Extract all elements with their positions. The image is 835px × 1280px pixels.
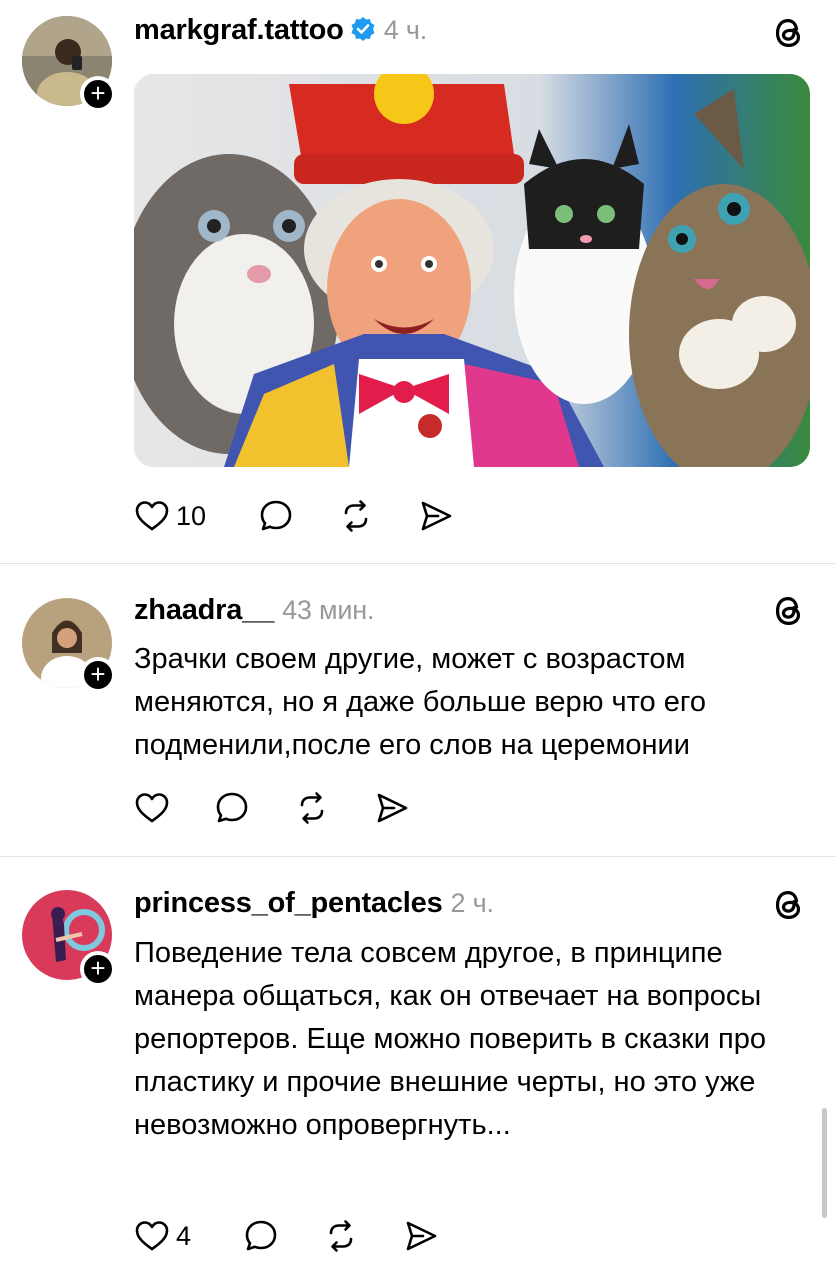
heart-icon	[134, 790, 170, 826]
post-text: Поведение тела совсем другое, в принципе…	[134, 937, 766, 1141]
follow-button[interactable]: +	[80, 657, 116, 693]
heart-icon	[134, 1218, 170, 1254]
verified-icon	[350, 16, 376, 50]
repost-icon	[294, 790, 330, 826]
follow-button[interactable]: +	[80, 951, 116, 987]
post-time: 43 мин.	[282, 595, 375, 625]
like-button[interactable]: 10	[134, 498, 206, 534]
post-header: markgraf.tattoo 4 ч.	[134, 14, 427, 50]
threads-icon[interactable]	[769, 886, 807, 924]
share-button[interactable]	[403, 1218, 439, 1254]
divider	[0, 563, 835, 564]
repost-button[interactable]	[294, 790, 330, 826]
share-button[interactable]	[418, 498, 454, 534]
like-count: 10	[176, 500, 207, 531]
comment-icon	[243, 1218, 279, 1254]
comment-button[interactable]	[243, 1218, 279, 1254]
post-actions: 4	[134, 1214, 483, 1258]
share-icon	[418, 498, 454, 534]
post-text: Зрачки своем другие, может с возрастом м…	[134, 643, 706, 761]
scrollbar[interactable]	[822, 1108, 827, 1218]
comment-icon	[214, 790, 250, 826]
like-button[interactable]: 4	[134, 1218, 191, 1254]
divider	[0, 856, 835, 857]
post-header: zhaadra__ 43 мин.	[134, 594, 374, 627]
share-icon	[374, 790, 410, 826]
threads-icon[interactable]	[769, 592, 807, 630]
follow-button[interactable]: +	[80, 76, 116, 112]
repost-icon	[338, 498, 374, 534]
comment-icon	[258, 498, 294, 534]
comment-button[interactable]	[214, 790, 250, 826]
post-actions	[134, 786, 454, 830]
post-header: princess_of_pentacles 2 ч.	[134, 887, 494, 920]
threads-icon[interactable]	[769, 14, 807, 52]
username[interactable]: zhaadra__	[134, 594, 274, 626]
post-time: 2 ч.	[450, 888, 494, 918]
like-button[interactable]	[134, 790, 170, 826]
share-button[interactable]	[374, 790, 410, 826]
username[interactable]: princess_of_pentacles	[134, 887, 443, 919]
share-icon	[403, 1218, 439, 1254]
like-count: 4	[176, 1220, 192, 1251]
heart-icon	[134, 498, 170, 534]
repost-button[interactable]	[338, 498, 374, 534]
post-actions: 10	[134, 494, 498, 538]
username[interactable]: markgraf.tattoo	[134, 14, 344, 46]
comment-button[interactable]	[258, 498, 294, 534]
post-time: 4 ч.	[383, 15, 427, 45]
repost-button[interactable]	[323, 1218, 359, 1254]
post-image[interactable]	[134, 74, 810, 467]
repost-icon	[323, 1218, 359, 1254]
